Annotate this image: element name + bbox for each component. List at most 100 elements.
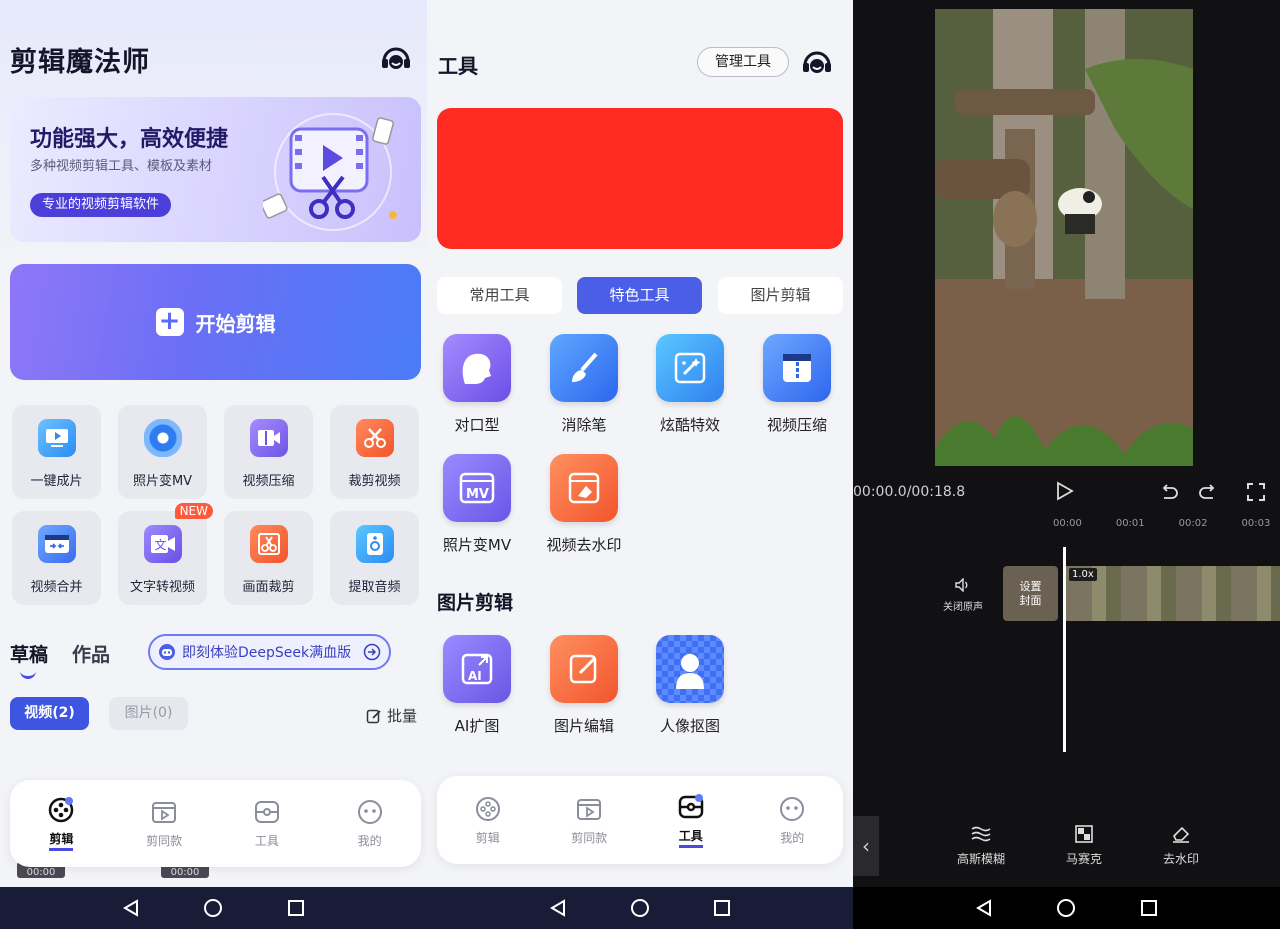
clapper-icon [577,798,602,820]
panda-scene-image [935,9,1193,466]
tab-works[interactable]: 作品 [72,640,110,667]
tool-eraser-brush[interactable]: 消除笔 [544,334,624,435]
film-scissors-icon [263,113,397,231]
eraser-icon [1173,826,1190,843]
tool-photo-mv[interactable]: 照片变MV [118,405,207,499]
back-icon[interactable] [121,898,141,918]
tool-label: 提取音频 [348,580,401,595]
tool-frame-crop[interactable]: 画面裁剪 [224,511,313,605]
tool-remove-watermark[interactable]: 去水印 [1163,824,1199,867]
back-icon[interactable] [548,898,568,918]
chevron-left-icon[interactable]: ‹ [853,816,879,876]
speaker-icon [955,578,968,592]
nav-label: 我的 [357,834,382,848]
recents-icon[interactable] [286,898,306,918]
promo-banner[interactable]: 功能强大，高效便捷 多种视频剪辑工具、模板及素材 专业的视频剪辑软件 [10,97,421,242]
tool-image-edit[interactable]: 图片编辑 [544,635,624,736]
mute-original-button[interactable]: 关闭原声 [943,578,983,613]
tool-video-watermark[interactable]: 视频去水印 [544,454,624,555]
tab-image-editing[interactable]: 图片剪辑 [718,277,843,314]
playhead[interactable] [1063,547,1066,752]
speed-badge: 1.0x [1069,568,1097,581]
start-editing-button[interactable]: + 开始剪辑 [10,264,421,380]
tool-gaussian-blur[interactable]: 高斯模糊 [957,824,1005,867]
tool-label: 消除笔 [561,416,607,434]
ad-banner[interactable] [437,108,843,249]
nav-me[interactable]: 我的 [757,795,827,846]
section-image-editing: 图片剪辑 [437,592,514,614]
set-cover-button[interactable]: 设置 封面 [1003,566,1058,621]
video-preview[interactable] [935,9,1193,466]
tool-mosaic[interactable]: 马赛克 [1066,824,1102,867]
tool-label: 对口型 [454,416,500,434]
tool-video-merge[interactable]: 视频合并 [12,511,101,605]
customer-service-icon[interactable] [800,46,834,80]
home-icon[interactable] [630,898,650,918]
tool-label: 马赛克 [1066,852,1103,866]
back-icon[interactable] [974,898,994,918]
home-icon[interactable] [1056,898,1076,918]
plus-icon: + [155,308,184,336]
nav-me[interactable]: 我的 [335,798,405,849]
redo-icon[interactable] [1197,482,1219,502]
recents-icon[interactable] [1139,898,1159,918]
tool-video-compress[interactable]: 视频压缩 [757,334,837,435]
tab-featured-tools[interactable]: 特色工具 [577,277,702,314]
tool-label: 照片变MV [442,536,512,554]
disc-icon [143,419,182,457]
scissors-icon [355,419,394,457]
smile-icon [780,796,805,821]
banner-headline: 功能强大，高效便捷 [30,127,229,152]
tool-label: 画面裁剪 [242,580,295,595]
clapper-icon [152,802,177,823]
undo-icon[interactable] [1158,482,1180,502]
tool-label: 视频去水印 [546,536,622,554]
fullscreen-icon[interactable] [1245,481,1267,503]
home-icon[interactable] [203,898,223,918]
tool-text-to-video[interactable]: 文 文字转视频 NEW [118,503,213,605]
banner-button[interactable]: 专业的视频剪辑软件 [30,193,172,217]
bottom-nav: 剪辑 剪同款 工具 我的 [437,776,843,864]
play-icon[interactable] [1054,481,1074,501]
nav-template[interactable]: 剪同款 [129,798,199,849]
batch-button[interactable]: 批量 [366,705,417,726]
nav-edit[interactable]: 剪辑 [26,796,96,851]
manage-tools-button[interactable]: 管理工具 [697,47,789,77]
nav-tools[interactable]: 工具 [232,798,302,849]
tick-label: 00:02 [1178,518,1208,529]
tool-ai-expand[interactable]: AI AI扩图 [437,635,517,736]
filter-image[interactable]: 图片(0) [109,697,188,730]
mute-label: 关闭原声 [943,602,983,613]
system-nav-bar [427,887,853,929]
tab-common-tools[interactable]: 常用工具 [437,277,562,314]
tool-portrait-cutout[interactable]: 人像抠图 [650,635,730,736]
tool-label: 一键成片 [30,474,83,489]
tool-cool-effects[interactable]: 炫酷特效 [650,334,730,435]
video-clip-track[interactable] [1066,566,1280,621]
nav-tools[interactable]: 工具 [656,793,726,848]
deepseek-banner[interactable]: 即刻体验DeepSeek满血版 [148,634,391,670]
tool-extract-audio[interactable]: 提取音频 [330,511,419,605]
svg-text:MV: MV [466,487,489,502]
nav-template[interactable]: 剪同款 [554,795,624,846]
tab-drafts[interactable]: 草稿 [10,640,48,679]
filter-video[interactable]: 视频(2) [10,697,89,730]
tool-cut-video[interactable]: 裁剪视频 [330,405,419,499]
tool-label: 裁剪视频 [348,474,401,489]
nav-edit[interactable]: 剪辑 [453,795,523,846]
tool-label: 视频压缩 [242,474,295,489]
tool-one-click[interactable]: 一键成片 [12,405,101,499]
nav-label: 我的 [780,830,805,845]
app-title: 剪辑魔法师 [10,47,150,78]
tool-video-compress[interactable]: 视频压缩 [224,405,313,499]
tool-photo-mv[interactable]: MV 照片变MV [437,454,517,555]
svg-text:AI: AI [468,669,482,683]
text-video-icon: 文 [143,525,182,563]
nav-label: 工具 [678,827,703,848]
smile-icon [357,800,382,824]
compress-icon [763,334,831,402]
film-reel-icon [475,796,500,821]
recents-icon[interactable] [712,898,732,918]
customer-service-icon[interactable] [379,42,413,76]
tool-lip-sync[interactable]: 对口型 [437,334,517,435]
